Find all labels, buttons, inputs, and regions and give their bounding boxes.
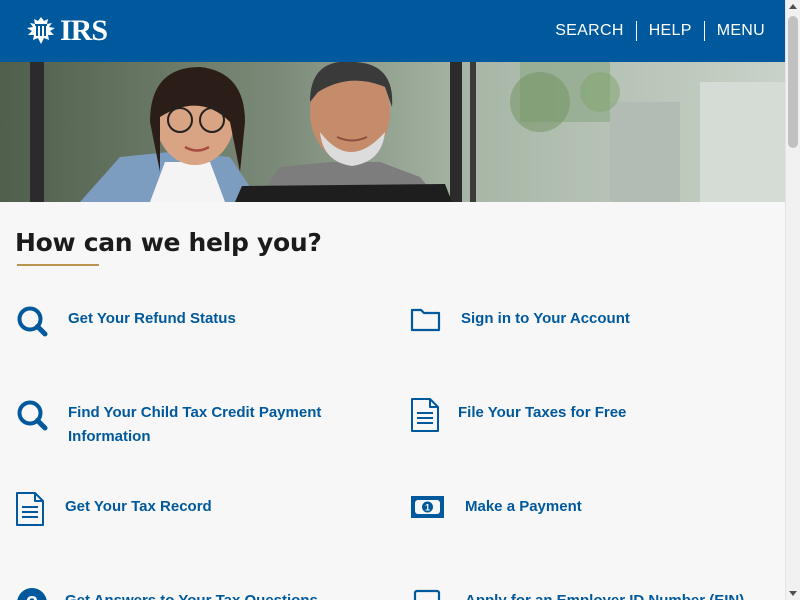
nav-search[interactable]: SEARCH: [543, 21, 635, 41]
link-label: Find Your Child Tax Credit Payment Infor…: [68, 404, 322, 445]
link-apply-ein[interactable]: Apply for an Employer ID Number (EIN): [410, 586, 744, 600]
hero-image: [0, 62, 785, 202]
link-label: Sign in to Your Account: [461, 310, 630, 327]
scroll-down-arrow-icon[interactable]: [789, 591, 797, 596]
link-file-free[interactable]: File Your Taxes for Free: [410, 398, 626, 434]
irs-logo[interactable]: IRS: [24, 14, 108, 48]
link-refund-status[interactable]: Get Your Refund Status: [15, 304, 236, 340]
scroll-up-arrow-icon[interactable]: [789, 4, 797, 9]
link-make-payment[interactable]: 1 Make a Payment: [410, 492, 582, 528]
link-sign-in[interactable]: Sign in to Your Account: [410, 304, 630, 340]
document-icon: [411, 398, 439, 432]
search-icon: [17, 400, 48, 431]
link-label: Apply for an Employer ID Number (EIN): [465, 589, 744, 600]
header-nav: SEARCH HELP MENU: [543, 21, 765, 41]
laptop-icon: [413, 589, 441, 600]
link-label: File Your Taxes for Free: [458, 404, 627, 421]
help-section: How can we help you? Get Your Refund Sta…: [0, 202, 785, 600]
link-label: Get Your Refund Status: [68, 310, 236, 327]
nav-menu[interactable]: MENU: [703, 21, 765, 41]
page-title: How can we help you?: [15, 228, 322, 257]
nav-help[interactable]: HELP: [635, 21, 704, 41]
folder-icon: [410, 308, 441, 332]
document-icon: [16, 492, 44, 526]
site-header: IRS SEARCH HELP MENU: [0, 0, 785, 62]
money-icon: 1: [411, 496, 444, 518]
heading-underline: [17, 264, 99, 266]
logo-text: IRS: [60, 14, 108, 47]
link-tax-record[interactable]: Get Your Tax Record: [15, 492, 212, 528]
link-label: Make a Payment: [465, 498, 582, 515]
link-tax-questions[interactable]: ? Get Answers to Your Tax Questions: [15, 586, 318, 600]
svg-text:?: ?: [26, 593, 38, 600]
link-label: Get Answers to Your Tax Questions: [65, 589, 318, 600]
question-icon: ?: [17, 588, 47, 600]
hero-photo: [0, 62, 785, 202]
search-icon: [17, 306, 48, 337]
page-scrollbar[interactable]: [785, 0, 800, 600]
link-label: Get Your Tax Record: [65, 498, 212, 515]
svg-text:1: 1: [425, 503, 430, 513]
link-child-tax-credit[interactable]: Find Your Child Tax Credit Payment Infor…: [15, 398, 338, 449]
eagle-icon: [27, 17, 55, 44]
scroll-thumb[interactable]: [788, 16, 798, 148]
